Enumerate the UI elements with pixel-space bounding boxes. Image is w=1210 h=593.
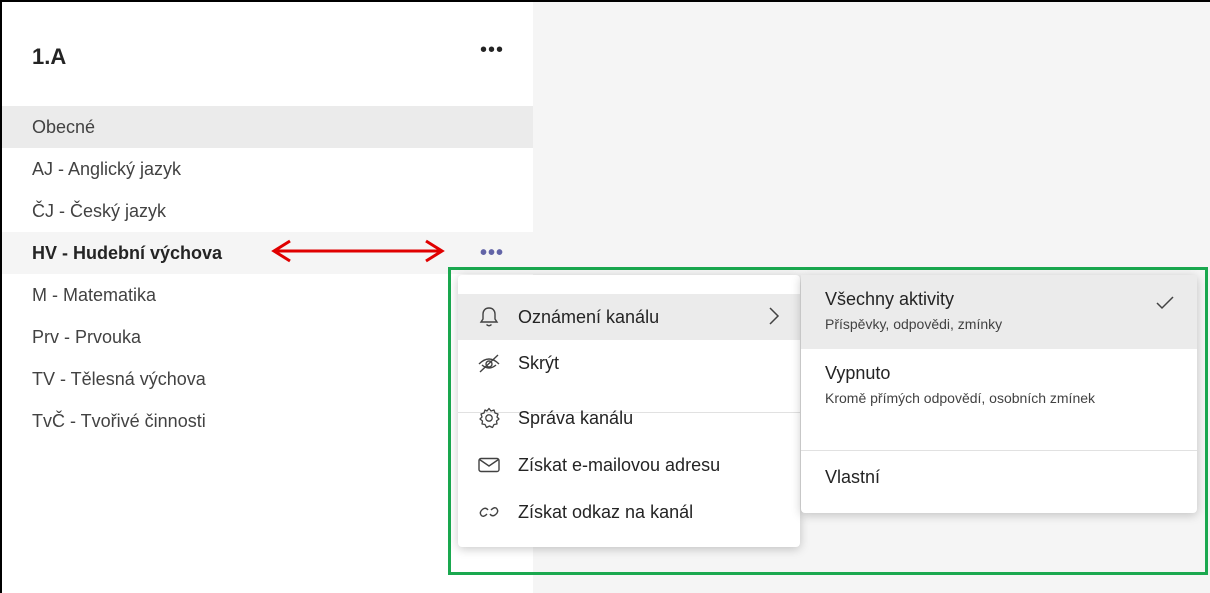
submenu-item-all-activity[interactable]: Všechny aktivity Příspěvky, odpovědi, zm… bbox=[801, 275, 1197, 349]
chevron-right-icon bbox=[768, 306, 780, 331]
submenu-item-title: Vlastní bbox=[825, 467, 881, 487]
channel-item-obecne[interactable]: Obecné bbox=[2, 106, 533, 148]
gear-icon bbox=[476, 405, 502, 431]
team-more-options-button[interactable]: ••• bbox=[480, 40, 504, 60]
checkmark-icon bbox=[1155, 295, 1175, 316]
menu-item-get-link[interactable]: Získat odkaz na kanál bbox=[458, 489, 800, 535]
notification-submenu: Všechny aktivity Příspěvky, odpovědi, zm… bbox=[801, 275, 1197, 513]
link-icon bbox=[476, 499, 502, 525]
team-name: 1.A bbox=[32, 44, 67, 69]
channel-label: TV - Tělesná výchova bbox=[32, 369, 206, 389]
channel-item-cj[interactable]: ČJ - Český jazyk bbox=[2, 190, 533, 232]
bell-icon bbox=[476, 304, 502, 330]
menu-item-label: Získat odkaz na kanál bbox=[518, 501, 694, 522]
submenu-item-desc: Kromě přímých odpovědí, osobních zmínek bbox=[825, 390, 1096, 406]
channel-context-menu: Oznámení kanálu Skrýt Správa kanálu Získ… bbox=[458, 275, 800, 547]
channel-label: ČJ - Český jazyk bbox=[32, 201, 167, 221]
menu-item-label: Správa kanálu bbox=[518, 407, 634, 428]
channel-label: AJ - Anglický jazyk bbox=[32, 159, 182, 179]
submenu-item-off[interactable]: Vypnuto Kromě přímých odpovědí, osobních… bbox=[801, 349, 1197, 450]
channel-label: Obecné bbox=[32, 117, 96, 137]
submenu-item-desc: Příspěvky, odpovědi, zmínky bbox=[825, 316, 1003, 332]
menu-item-channel-notifications[interactable]: Oznámení kanálu bbox=[458, 294, 800, 340]
submenu-item-custom[interactable]: Vlastní bbox=[801, 451, 1197, 509]
submenu-item-title: Vypnuto bbox=[825, 363, 891, 383]
channel-label: TvČ - Tvořivé činnosti bbox=[32, 411, 206, 431]
menu-item-hide[interactable]: Skrýt bbox=[458, 340, 800, 386]
annotation-double-arrow bbox=[271, 239, 445, 263]
menu-item-label: Získat e-mailovou adresu bbox=[518, 454, 721, 475]
menu-item-label: Oznámení kanálu bbox=[518, 306, 660, 327]
channel-label: HV - Hudební výchova bbox=[32, 243, 223, 263]
channel-item-aj[interactable]: AJ - Anglický jazyk bbox=[2, 148, 533, 190]
submenu-item-title: Všechny aktivity bbox=[825, 289, 955, 309]
mail-icon bbox=[476, 452, 502, 478]
channel-label: M - Matematika bbox=[32, 285, 157, 305]
menu-item-manage-channel[interactable]: Správa kanálu bbox=[458, 395, 800, 441]
menu-item-label: Skrýt bbox=[518, 352, 560, 373]
eye-off-icon bbox=[476, 350, 502, 376]
channel-label: Prv - Prvouka bbox=[32, 327, 142, 347]
menu-item-get-email[interactable]: Získat e-mailovou adresu bbox=[458, 442, 800, 488]
